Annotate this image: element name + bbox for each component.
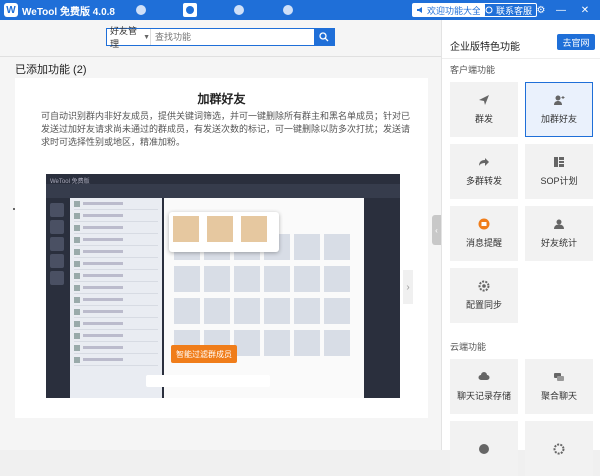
tile-cloud-extra-1[interactable] bbox=[450, 421, 518, 476]
cloud-section-title: 云端功能 bbox=[450, 342, 487, 352]
enterprise-panel-title: 企业版特色功能 bbox=[450, 42, 520, 53]
settings-icon[interactable]: ⚙ bbox=[532, 0, 550, 20]
headset-icon bbox=[485, 6, 493, 14]
tile-aggregate-chat[interactable]: 聚合聊天 bbox=[525, 359, 593, 414]
message-alert-icon bbox=[478, 218, 490, 230]
aggregate-chat-icon bbox=[553, 371, 565, 383]
tile-sop-plan[interactable]: SOP计划 bbox=[525, 144, 593, 199]
top-nav bbox=[128, 0, 324, 20]
megaphone-icon bbox=[417, 7, 422, 13]
search-button[interactable] bbox=[314, 29, 334, 45]
tile-label: 加群好友 bbox=[540, 114, 577, 124]
feature-card-title: 加群好友 bbox=[197, 92, 246, 106]
search-icon bbox=[319, 32, 329, 42]
tile-label: SOP计划 bbox=[540, 176, 578, 186]
divider bbox=[442, 58, 600, 59]
tile-cloud-extra-2[interactable] bbox=[525, 421, 593, 476]
smart-filter-button: 智能过滤群成员 bbox=[171, 345, 237, 363]
star-icon bbox=[478, 443, 490, 455]
tile-chat-cloud-storage[interactable]: 聊天记录存储 bbox=[450, 359, 518, 414]
tile-label: 好友统计 bbox=[540, 238, 577, 248]
enterprise-panel: 企业版特色功能 去官网 客户端功能 群发 加群好友 多群转发 SOP计划 消息提… bbox=[441, 20, 600, 476]
tile-message-alert[interactable]: 消息提醒 bbox=[450, 206, 518, 261]
chevron-down-icon: ▼ bbox=[143, 33, 150, 41]
app-title: WeTool 免费版 4.0.8 bbox=[22, 6, 115, 18]
paper-plane-icon bbox=[478, 94, 490, 106]
minimize-icon[interactable]: — bbox=[552, 0, 570, 20]
preview-contact-list bbox=[70, 198, 162, 398]
tile-multi-forward[interactable]: 多群转发 bbox=[450, 144, 518, 199]
tile-label: 聊天记录存储 bbox=[456, 391, 511, 401]
search-category-select[interactable]: 好友管理 ▼ bbox=[107, 26, 151, 49]
goto-website-button[interactable]: 去官网 bbox=[557, 34, 595, 50]
contact-support-label: 联系客服 bbox=[496, 5, 533, 16]
tile-mass-send[interactable]: 群发 bbox=[450, 82, 518, 137]
preview-member-grid bbox=[174, 234, 354, 356]
friend-stats-icon bbox=[553, 218, 565, 230]
main-area: 好友管理 ▼ 已添加功能 (2) 加群好友 可自动识别群内非好友成员，提供关键词… bbox=[0, 20, 441, 450]
sync-config-icon bbox=[478, 280, 490, 292]
tile-sync-config[interactable]: 配置同步 bbox=[450, 268, 518, 323]
contact-support-button[interactable]: 联系客服 bbox=[480, 3, 538, 17]
chevron-right-icon[interactable]: › bbox=[403, 270, 413, 304]
search-input[interactable] bbox=[151, 29, 314, 45]
added-features-title: 已添加功能 (2) bbox=[15, 64, 87, 76]
client-section-title: 客户端功能 bbox=[450, 65, 496, 75]
collapse-panel-handle[interactable]: ‹ bbox=[432, 215, 441, 245]
user-card-icon[interactable] bbox=[183, 3, 197, 17]
all-features-button[interactable]: 欢迎功能大全 bbox=[412, 3, 486, 17]
contact-icon[interactable] bbox=[275, 0, 301, 20]
preview-bottom-bar bbox=[146, 375, 270, 387]
tile-label: 群发 bbox=[474, 114, 493, 124]
search-bar: 好友管理 ▼ bbox=[106, 26, 335, 49]
tile-label: 配置同步 bbox=[465, 300, 502, 310]
wechat-icon[interactable] bbox=[128, 0, 154, 20]
preview-popup bbox=[169, 212, 279, 252]
tile-label: 消息提醒 bbox=[465, 238, 502, 248]
tile-friend-stats[interactable]: 好友统计 bbox=[525, 206, 593, 261]
chat-cloud-icon bbox=[478, 371, 490, 383]
search-category-label: 好友管理 bbox=[110, 26, 138, 49]
divider bbox=[0, 56, 441, 57]
preview-sidebar bbox=[48, 200, 66, 288]
preview-header bbox=[46, 184, 400, 198]
tile-add-group-friends[interactable]: 加群好友 bbox=[525, 82, 593, 137]
feature-card-description: 可自动识别群内非好友成员，提供关键词筛选，并可一键删除所有群主和黑名单成员；针对… bbox=[41, 111, 411, 147]
all-features-label: 欢迎功能大全 bbox=[427, 5, 482, 16]
add-user-icon bbox=[553, 94, 565, 106]
title-bar: W WeTool 免费版 4.0.8 欢迎功能大全 联系客服 ⚙ — ✕ bbox=[0, 0, 600, 20]
app-logo-icon: W bbox=[4, 3, 18, 17]
sop-plan-icon bbox=[553, 156, 565, 168]
gear-icon bbox=[553, 443, 565, 455]
tile-label: 多群转发 bbox=[465, 176, 502, 186]
tile-label: 聚合聊天 bbox=[540, 391, 577, 401]
feature-preview-image: WeTool 免费版 智能过滤群成员 bbox=[46, 174, 400, 398]
forward-icon bbox=[478, 156, 490, 168]
feature-card: 加群好友 可自动识别群内非好友成员，提供关键词筛选，并可一键删除所有群主和黑名单… bbox=[15, 78, 428, 418]
robot-icon[interactable] bbox=[226, 0, 252, 20]
close-icon[interactable]: ✕ bbox=[576, 0, 594, 20]
